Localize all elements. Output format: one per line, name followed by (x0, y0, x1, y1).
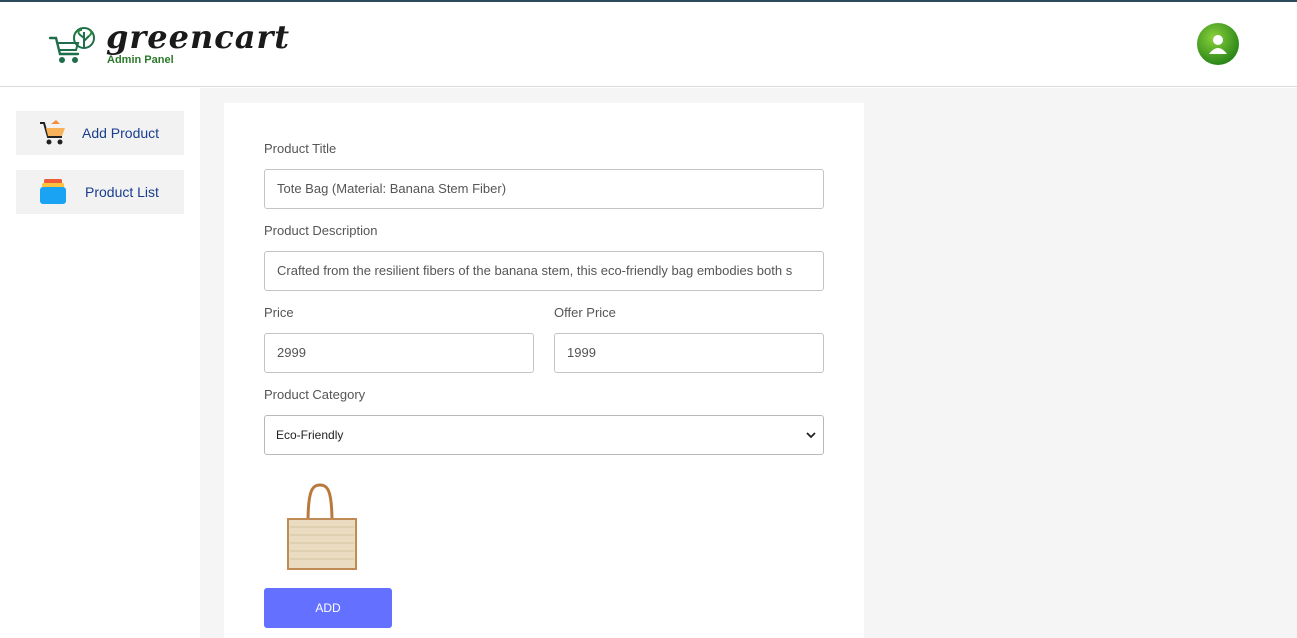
brand-logo[interactable]: greencart Admin Panel (48, 18, 291, 72)
profile-avatar-button[interactable] (1197, 23, 1239, 65)
product-image-upload[interactable] (268, 481, 360, 573)
sidebar-item-label: Add Product (82, 125, 160, 141)
top-navbar: greencart Admin Panel (0, 2, 1297, 87)
price-input[interactable]: 2999 (264, 333, 534, 373)
add-product-form: Product Title Tote Bag (Material: Banana… (224, 103, 864, 638)
tote-bag-image (287, 483, 357, 570)
user-icon (1209, 35, 1227, 54)
product-category-select[interactable]: Eco-Friendly (264, 415, 824, 455)
add-button[interactable]: ADD (264, 588, 392, 628)
product-description-input[interactable]: Crafted from the resilient fibers of the… (264, 251, 824, 291)
sidebar: Add Product Product List (0, 88, 200, 638)
product-description-label: Product Description (264, 223, 378, 238)
cart-tree-logo-icon (48, 27, 95, 63)
cart-icon (40, 120, 65, 145)
product-category-label: Product Category (264, 387, 366, 402)
offer-price-input[interactable]: 1999 (554, 333, 824, 373)
product-title-input[interactable]: Tote Bag (Material: Banana Stem Fiber) (264, 169, 824, 209)
selected-category: Eco-Friendly (276, 428, 344, 442)
product-title-label: Product Title (264, 141, 337, 156)
offer-price-label: Offer Price (554, 305, 616, 320)
stack-icon (40, 179, 66, 204)
brand-name: greencart (106, 18, 291, 56)
sidebar-item-add-product[interactable]: Add Product (16, 111, 184, 155)
chevron-down-icon (806, 432, 816, 439)
price-label: Price (264, 305, 294, 320)
sidebar-item-product-list[interactable]: Product List (16, 170, 184, 214)
sidebar-item-label: Product List (85, 184, 159, 200)
main-content: Product Title Tote Bag (Material: Banana… (200, 88, 1297, 638)
brand-subtitle: Admin Panel (107, 54, 174, 66)
